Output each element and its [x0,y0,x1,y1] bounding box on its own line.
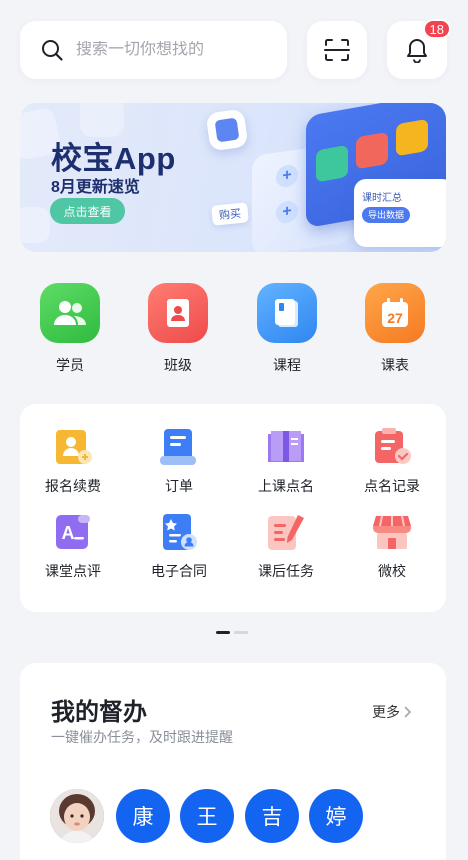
grid-item-class-review[interactable]: A 课堂点评 [20,511,126,581]
grid-item-micro-school[interactable]: 微校 [339,511,445,581]
grid-item-roll-call[interactable]: 上课点名 [233,426,339,496]
search-icon [42,40,63,61]
svg-text:A: A [62,523,75,543]
feature-grid: 报名续费 订单 上课点名 点名记录 A 课堂点评 电子合同 课后任务 微校 [20,404,446,612]
banner-subtitle: 8月更新速览 [51,179,140,196]
grid-item-homework[interactable]: 课后任务 [233,511,339,581]
order-icon [158,426,200,468]
notification-badge: 18 [422,19,451,39]
child-photo-avatar [50,789,104,843]
banner-view-button[interactable]: 点击查看 [50,198,125,224]
supervision-subtitle: 一键催办任务，及时跟进提醒 [51,729,233,745]
quick-label-schedule: 课表 [381,357,409,373]
grid-label-roll-call: 上课点名 [258,478,314,494]
page-dot [234,631,248,634]
homework-icon [265,511,307,553]
page-indicator [216,631,248,634]
avatar-member[interactable]: 吉 [245,789,299,843]
promo-banner[interactable]: 校宝App 8月更新速览 点击查看 购买 + + 课时汇总 导出数据 [20,103,446,252]
enroll-renew-icon [52,426,94,468]
chevron-right-icon [404,706,412,718]
avatar-member[interactable]: 康 [116,789,170,843]
more-link[interactable]: 更多 [372,702,412,722]
chart-tile-illustration [205,108,249,152]
banner-summary-label: 课时汇总 [362,193,402,204]
summary-card-illustration: 课时汇总 导出数据 [354,179,446,247]
quick-label-students: 学员 [56,357,84,373]
grid-item-order[interactable]: 订单 [126,426,232,496]
search-input[interactable] [76,41,266,59]
banner-title: 校宝App [51,141,176,176]
roll-call-record-icon [371,426,413,468]
my-supervision-card: 我的督办 一键催办任务，及时跟进提醒 更多 康 王 吉 婷 [20,663,446,860]
scan-icon [324,39,350,61]
search-bar[interactable] [20,21,287,79]
e-contract-icon [158,511,200,553]
grid-item-enroll-renew[interactable]: 报名续费 [20,426,126,496]
quick-entry-class[interactable]: 班级 [138,283,218,375]
students-icon [40,283,100,343]
micro-school-icon [371,511,413,553]
quick-entry-course[interactable]: 课程 [247,283,327,375]
grid-label-e-contract: 电子合同 [151,563,207,579]
grid-label-homework: 课后任务 [258,563,314,579]
notification-button[interactable]: 18 [387,19,451,79]
banner-buy-label: 购买 [218,207,242,223]
grid-item-e-contract[interactable]: 电子合同 [126,511,232,581]
quick-entry-schedule[interactable]: 27 课表 [355,283,435,375]
grid-item-roll-call-record[interactable]: 点名记录 [339,426,445,496]
grid-label-enroll-renew: 报名续费 [45,478,101,494]
bell-icon [407,39,427,63]
scan-button[interactable] [307,21,367,79]
roll-call-icon [265,426,307,468]
calendar-icon: 27 [365,283,425,343]
grid-label-class-review: 课堂点评 [45,563,101,579]
course-icon [257,283,317,343]
avatar-photo[interactable] [50,789,104,843]
supervision-title: 我的督办 [51,699,147,726]
avatar-member[interactable]: 婷 [309,789,363,843]
grid-label-roll-call-record: 点名记录 [364,478,420,494]
more-label: 更多 [372,704,400,720]
avatar-initial: 婷 [325,806,347,829]
avatar-initial: 康 [132,806,154,829]
grid-label-order: 订单 [165,478,193,494]
quick-entry-students[interactable]: 学员 [30,283,110,375]
grid-label-micro-school: 微校 [378,563,406,579]
calendar-day: 27 [387,310,403,326]
banner-export-label: 导出数据 [362,207,411,223]
avatar-member[interactable]: 王 [180,789,234,843]
banner-buy-tag: 购买 [211,202,249,226]
page-dot-active [216,631,230,634]
quick-label-class: 班级 [164,357,192,373]
class-review-icon: A [52,511,94,553]
banner-decoration [20,207,50,243]
avatar-initial: 吉 [261,806,283,829]
class-icon [148,283,208,343]
avatar-initial: 王 [196,806,218,829]
quick-label-course: 课程 [273,357,301,373]
banner-decoration [80,103,124,137]
